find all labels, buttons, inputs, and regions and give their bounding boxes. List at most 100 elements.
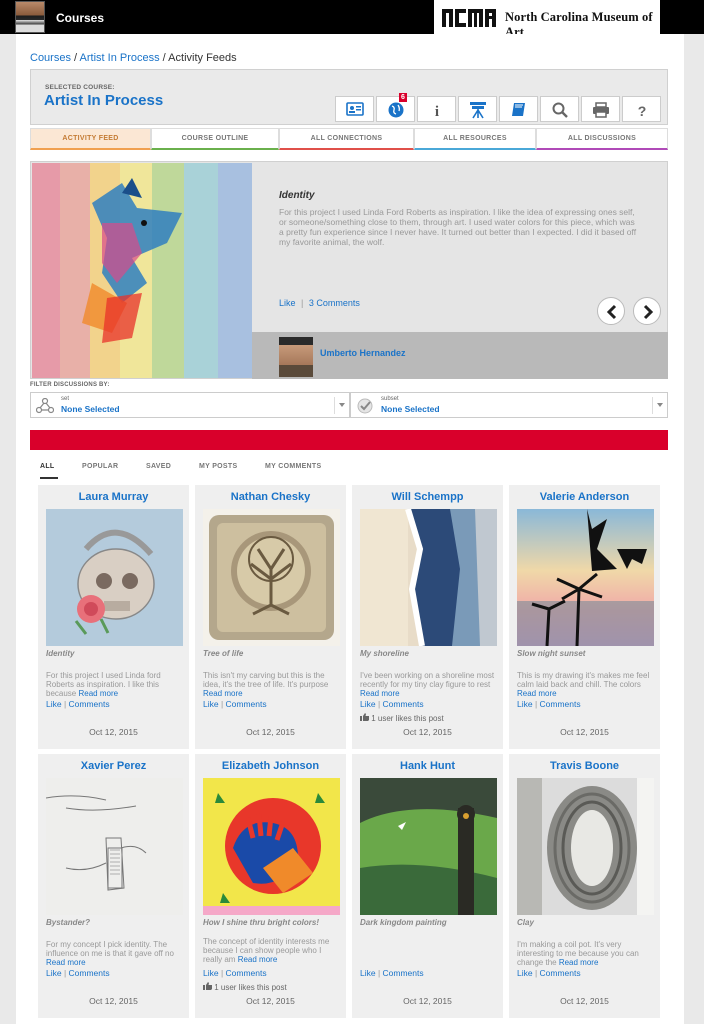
like-link[interactable]: Like <box>46 968 62 978</box>
comments-link[interactable]: Comments <box>540 699 581 709</box>
course-title[interactable]: Artist In Process <box>44 92 163 109</box>
post-actions: Like | Comments <box>203 699 267 709</box>
post-image[interactable] <box>517 778 654 915</box>
post-card[interactable]: Valerie Anderson Slow night sunset This … <box>509 485 660 749</box>
read-more-link[interactable]: Read more <box>78 689 118 698</box>
subset-filter-value: None Selected <box>381 404 440 414</box>
comments-link[interactable]: Comments <box>383 968 424 978</box>
post-image[interactable] <box>360 778 497 915</box>
likes-count: 1 user likes this post <box>203 982 287 992</box>
like-link[interactable]: Like <box>517 968 533 978</box>
globe-button[interactable]: 6 <box>376 93 415 122</box>
featured-artwork[interactable] <box>32 163 252 378</box>
subset-filter-caption: subset <box>381 396 399 402</box>
read-more-link[interactable]: Read more <box>517 689 557 698</box>
subtab-popular[interactable]: POPULAR <box>82 463 118 470</box>
post-author[interactable]: Elizabeth Johnson <box>195 760 346 772</box>
read-more-link[interactable]: Read more <box>203 689 243 698</box>
comments-link[interactable]: Comments <box>69 968 110 978</box>
post-author[interactable]: Travis Boone <box>509 760 660 772</box>
contact-card-button[interactable] <box>335 96 374 122</box>
info-button[interactable]: i <box>417 96 456 122</box>
post-image[interactable] <box>203 509 340 646</box>
post-author[interactable]: Xavier Perez <box>38 760 189 772</box>
comments-link[interactable]: Comments <box>383 699 424 709</box>
read-more-link[interactable]: Read more <box>360 689 400 698</box>
author-avatar[interactable] <box>279 337 313 377</box>
post-excerpt: For this project I used Linda ford Rober… <box>46 671 161 698</box>
post-card[interactable]: Xavier Perez Bystander? For my concept I… <box>38 754 189 1018</box>
breadcrumb-current: Activity Feeds <box>168 52 237 64</box>
subtab-saved[interactable]: SAVED <box>146 463 171 470</box>
post-card[interactable]: Laura Murray Identity For this project I… <box>38 485 189 749</box>
thumbs-up-icon <box>203 982 212 990</box>
subtab-my-comments[interactable]: MY COMMENTS <box>265 463 321 470</box>
post-image[interactable] <box>517 509 654 646</box>
post-excerpt: The concept of identity interests me bec… <box>203 937 330 964</box>
like-link[interactable]: Like <box>360 699 376 709</box>
breadcrumb-courses[interactable]: Courses <box>30 52 71 64</box>
tab-activity-feed[interactable]: ACTIVITY FEED <box>30 128 151 150</box>
post-date: Oct 12, 2015 <box>246 996 295 1006</box>
breadcrumb-artist-in-process[interactable]: Artist In Process <box>80 52 160 64</box>
post-title: Clay <box>517 918 534 927</box>
like-link[interactable]: Like <box>360 968 376 978</box>
author-name[interactable]: Umberto Hernandez <box>320 348 406 358</box>
post-author[interactable]: Hank Hunt <box>352 760 503 772</box>
comments-link[interactable]: Comments <box>540 968 581 978</box>
post-card[interactable]: Nathan Chesky Tree of life This isn't my… <box>195 485 346 749</box>
post-date: Oct 12, 2015 <box>560 727 609 737</box>
comments-link[interactable]: Comments <box>69 699 110 709</box>
subset-filter-select[interactable]: subset None Selected <box>350 392 668 418</box>
read-more-link[interactable]: Read more <box>559 958 599 967</box>
featured-actions: Like | 3 Comments <box>279 298 360 308</box>
book-button[interactable] <box>499 96 538 122</box>
post-card[interactable]: Elizabeth Johnson How I shine thru brigh… <box>195 754 346 1018</box>
post-actions: Like | Comments <box>360 968 424 978</box>
like-link[interactable]: Like <box>203 699 219 709</box>
post-image[interactable] <box>46 778 183 915</box>
featured-like-link[interactable]: Like <box>279 298 296 308</box>
post-date: Oct 12, 2015 <box>89 996 138 1006</box>
post-author[interactable]: Valerie Anderson <box>509 491 660 503</box>
divider: | <box>301 298 304 308</box>
featured-body: For this project I used Linda Ford Rober… <box>279 207 637 247</box>
tab-all-discussions[interactable]: ALL DISCUSSIONS <box>536 128 668 150</box>
like-link[interactable]: Like <box>517 699 533 709</box>
breadcrumb-separator: / <box>159 52 169 64</box>
post-image[interactable] <box>203 778 340 915</box>
comments-link[interactable]: Comments <box>226 968 267 978</box>
post-card[interactable]: Travis Boone Clay I'm making a coil pot.… <box>509 754 660 1018</box>
comments-link[interactable]: Comments <box>226 699 267 709</box>
subtab-all[interactable]: ALL <box>40 463 58 479</box>
like-link[interactable]: Like <box>203 968 219 978</box>
like-link[interactable]: Like <box>46 699 62 709</box>
subtab-my-posts[interactable]: MY POSTS <box>199 463 237 470</box>
ncma-logo[interactable]: North Carolina Museum of Art <box>434 0 660 39</box>
book-icon <box>512 103 525 116</box>
info-icon: i <box>435 104 439 119</box>
main-page: Courses / Artist In Process / Activity F… <box>16 34 684 1024</box>
tab-all-connections[interactable]: ALL CONNECTIONS <box>279 128 414 150</box>
post-card[interactable]: Will Schempp My shoreline I've been work… <box>352 485 503 749</box>
set-filter-select[interactable]: set None Selected <box>30 392 350 418</box>
previous-button[interactable] <box>597 297 625 325</box>
easel-button[interactable] <box>458 96 497 122</box>
featured-comments-link[interactable]: 3 Comments <box>309 298 360 308</box>
post-card[interactable]: Hank Hunt Dark kingdom painting Like | C… <box>352 754 503 1018</box>
post-author[interactable]: Nathan Chesky <box>195 491 346 503</box>
post-author[interactable]: Will Schempp <box>352 491 503 503</box>
post-image[interactable] <box>360 509 497 646</box>
read-more-link[interactable]: Read more <box>46 958 86 967</box>
print-button[interactable] <box>581 96 620 122</box>
tab-all-resources[interactable]: ALL RESOURCES <box>414 128 536 150</box>
courses-title[interactable]: Courses <box>56 11 104 25</box>
next-button[interactable] <box>633 297 661 325</box>
user-avatar[interactable] <box>15 1 45 33</box>
search-button[interactable] <box>540 96 579 122</box>
post-author[interactable]: Laura Murray <box>38 491 189 503</box>
help-button[interactable]: ? <box>622 96 661 122</box>
post-image[interactable] <box>46 509 183 646</box>
tab-course-outline[interactable]: COURSE OUTLINE <box>151 128 279 150</box>
read-more-link[interactable]: Read more <box>238 955 278 964</box>
